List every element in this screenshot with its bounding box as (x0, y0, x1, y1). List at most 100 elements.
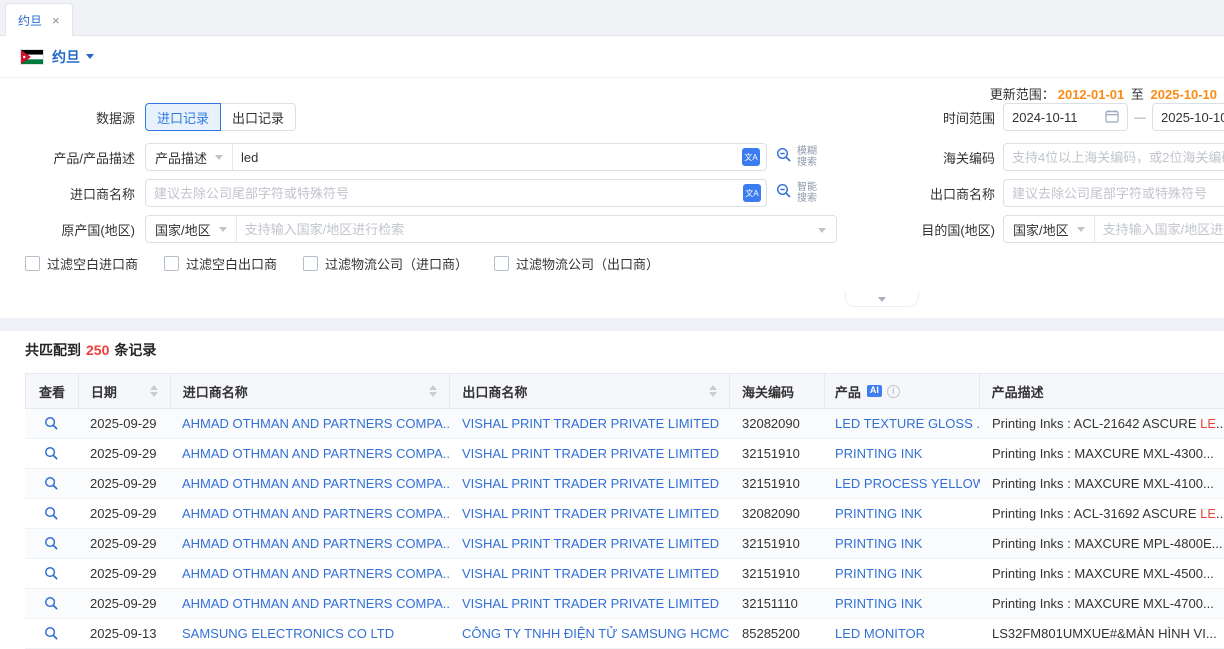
col-exporter[interactable]: 出口商名称 (450, 374, 730, 408)
exporter-input[interactable] (1003, 179, 1224, 207)
checkbox-label: 过滤物流公司（进口商） (325, 254, 468, 273)
checkbox-icon[interactable] (164, 256, 179, 271)
col-date[interactable]: 日期 (79, 374, 171, 408)
view-details-button[interactable] (44, 566, 59, 581)
importer-link[interactable]: AHMAD OTHMAN AND PARTNERS COMPA... (170, 446, 450, 461)
importer-link[interactable]: AHMAD OTHMAN AND PARTNERS COMPA... (170, 506, 450, 521)
view-details-button[interactable] (44, 596, 59, 611)
view-details-button[interactable] (44, 626, 59, 641)
destination-country-input[interactable] (1095, 216, 1224, 242)
importer-link[interactable]: AHMAD OTHMAN AND PARTNERS COMPA... (170, 536, 450, 551)
hs-code-label: 海关编码 (910, 148, 995, 167)
importer-label: 进口商名称 (25, 184, 135, 203)
exporter-link[interactable]: CÔNG TY TNHH ĐIỆN TỬ SAMSUNG HCMC... (450, 626, 730, 641)
chevron-down-icon (1077, 227, 1085, 232)
country-selector[interactable]: 约旦 (52, 47, 94, 67)
col-view: 查看 (26, 374, 79, 408)
product-link[interactable]: LED MONITOR (825, 626, 980, 641)
filter-logistics-exporter[interactable]: 过滤物流公司（出口商） (494, 254, 659, 273)
cell-date: 2025-09-29 (78, 446, 170, 461)
view-details-button[interactable] (44, 476, 59, 491)
date-to-input[interactable]: 2025-10-10 (1152, 103, 1224, 131)
datasource-export-tab[interactable]: 出口记录 (221, 103, 296, 131)
exporter-link[interactable]: VISHAL PRINT TRADER PRIVATE LIMITED (450, 416, 730, 431)
importer-input[interactable] (145, 179, 767, 207)
cell-product-desc: Printing Inks : MAXCURE MXL-4700... (980, 596, 1224, 611)
cell-view (25, 506, 78, 521)
product-link[interactable]: LED PROCESS YELLOW... (825, 476, 980, 491)
cell-date: 2025-09-29 (78, 506, 170, 521)
product-link[interactable]: PRINTING INK (825, 506, 980, 521)
product-search-input[interactable] (233, 144, 742, 170)
tab-title: 约旦 (18, 12, 42, 29)
cell-date: 2025-09-29 (78, 566, 170, 581)
info-icon[interactable]: i (887, 385, 900, 398)
summary-suffix: 条记录 (114, 342, 156, 358)
translate-icon[interactable]: 文A (743, 184, 761, 202)
product-row: 产品/产品描述 产品描述 文A 模糊 (25, 143, 817, 171)
hs-code-input[interactable] (1003, 143, 1224, 171)
importer-link[interactable]: AHMAD OTHMAN AND PARTNERS COMPA... (170, 566, 450, 581)
cell-view (25, 566, 78, 581)
checkbox-icon[interactable] (303, 256, 318, 271)
cell-hs-code: 32082090 (730, 416, 825, 431)
view-details-button[interactable] (44, 416, 59, 431)
sort-icons[interactable] (150, 385, 158, 397)
origin-country-type-value: 国家/地区 (155, 220, 211, 239)
table-header-row: 查看 日期 进口商名称 出口商名称 海关编码 产品 (25, 373, 1224, 409)
sort-icons[interactable] (429, 385, 437, 397)
sort-icons[interactable] (709, 385, 717, 397)
importer-link[interactable]: SAMSUNG ELECTRONICS CO LTD (170, 626, 450, 641)
view-details-button[interactable] (44, 536, 59, 551)
translate-icon[interactable]: 文A (742, 148, 760, 166)
tab-bar: 约旦 × (0, 0, 1224, 36)
importer-link[interactable]: AHMAD OTHMAN AND PARTNERS COMPA... (170, 596, 450, 611)
exporter-link[interactable]: VISHAL PRINT TRADER PRIVATE LIMITED (450, 566, 730, 581)
view-details-button[interactable] (44, 446, 59, 461)
destination-country-type-select[interactable]: 国家/地区 (1004, 216, 1095, 242)
importer-link[interactable]: AHMAD OTHMAN AND PARTNERS COMPA... (170, 416, 450, 431)
product-link[interactable]: PRINTING INK (825, 566, 980, 581)
date-from-input[interactable]: 2024-10-11 (1003, 103, 1128, 131)
checkbox-icon[interactable] (25, 256, 40, 271)
cell-hs-code: 32082090 (730, 506, 825, 521)
product-field-select[interactable]: 产品描述 (146, 144, 233, 170)
filter-checkbox-row: 过滤空白进口商 过滤空白出口商 过滤物流公司（进口商） 过滤物流公司（出口商） (25, 254, 659, 273)
destination-country-row: 目的国(地区) 国家/地区 (910, 215, 1224, 243)
filter-blank-exporter[interactable]: 过滤空白出口商 (164, 254, 277, 273)
product-link[interactable]: PRINTING INK (825, 536, 980, 551)
hs-code-row: 海关编码 (910, 143, 1224, 171)
product-link[interactable]: PRINTING INK (825, 596, 980, 611)
chevron-down-icon (219, 227, 227, 232)
exporter-link[interactable]: VISHAL PRINT TRADER PRIVATE LIMITED (450, 536, 730, 551)
exporter-link[interactable]: VISHAL PRINT TRADER PRIVATE LIMITED (450, 476, 730, 491)
cell-hs-code: 32151110 (730, 596, 825, 611)
importer-link[interactable]: AHMAD OTHMAN AND PARTNERS COMPA... (170, 476, 450, 491)
importer-row: 进口商名称 文A 智能 搜索 (25, 179, 817, 207)
fuzzy-search-toggle[interactable]: 模糊 搜索 (776, 146, 817, 168)
datasource-import-tab[interactable]: 进口记录 (145, 103, 221, 131)
product-link[interactable]: PRINTING INK (825, 446, 980, 461)
collapse-panel-handle[interactable] (845, 291, 919, 307)
update-range-middle: 至 (1131, 87, 1144, 102)
chevron-down-icon (818, 228, 826, 233)
view-details-button[interactable] (44, 506, 59, 521)
tab-close-icon[interactable]: × (52, 14, 60, 27)
col-hs-code: 海关编码 (730, 374, 825, 408)
product-link[interactable]: LED TEXTURE GLOSS ... (825, 416, 980, 431)
col-importer[interactable]: 进口商名称 (171, 374, 451, 408)
checkbox-icon[interactable] (494, 256, 509, 271)
tab-jordan[interactable]: 约旦 × (5, 3, 73, 36)
filter-logistics-importer[interactable]: 过滤物流公司（进口商） (303, 254, 468, 273)
exporter-link[interactable]: VISHAL PRINT TRADER PRIVATE LIMITED (450, 596, 730, 611)
cell-view (25, 596, 78, 611)
cell-date: 2025-09-29 (78, 596, 170, 611)
exporter-link[interactable]: VISHAL PRINT TRADER PRIVATE LIMITED (450, 506, 730, 521)
cell-product-desc: Printing Inks : ACL-21642 ASCURE LE... (980, 416, 1224, 431)
origin-country-type-select[interactable]: 国家/地区 (146, 216, 237, 242)
filter-blank-importer[interactable]: 过滤空白进口商 (25, 254, 138, 273)
origin-country-input[interactable] (237, 216, 836, 242)
smart-search-toggle[interactable]: 智能 搜索 (776, 182, 817, 204)
exporter-link[interactable]: VISHAL PRINT TRADER PRIVATE LIMITED (450, 446, 730, 461)
cell-date: 2025-09-29 (78, 536, 170, 551)
